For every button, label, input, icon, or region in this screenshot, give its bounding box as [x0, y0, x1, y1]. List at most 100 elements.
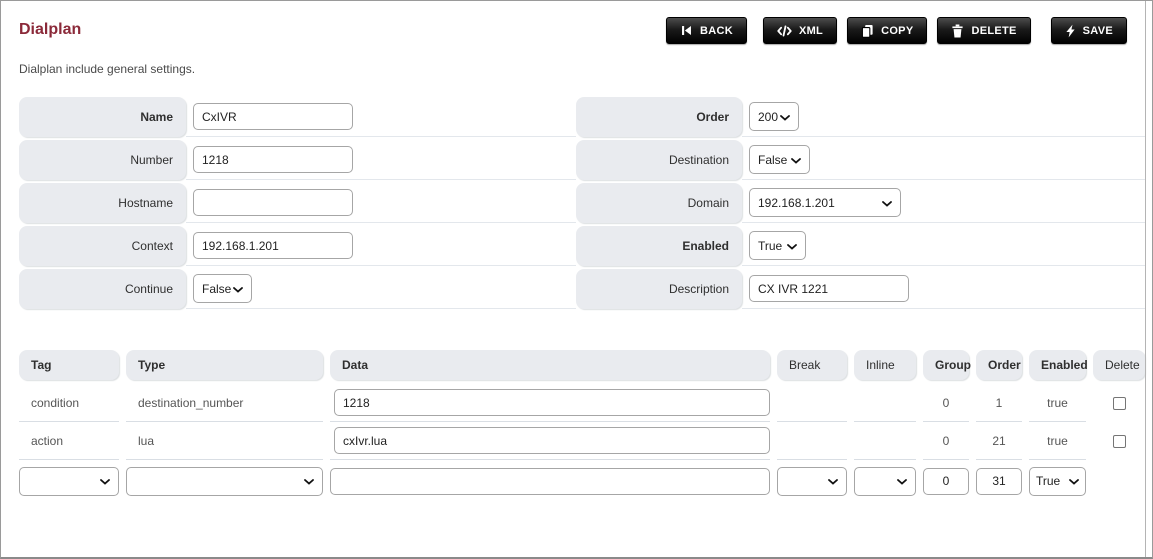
order-control-cell: 200 [742, 97, 1146, 137]
continue-label: Continue [19, 269, 186, 309]
xml-button[interactable]: XML [763, 17, 837, 44]
row2-data-input[interactable] [334, 427, 770, 454]
delete-button[interactable]: DELETE [937, 17, 1030, 44]
number-input[interactable] [193, 146, 353, 173]
new-inline-select[interactable] [854, 467, 916, 496]
right-divider [1145, 1, 1146, 557]
destination-select[interactable]: False [749, 145, 810, 174]
context-control-cell [186, 226, 576, 266]
row2-delete-cell [1093, 422, 1145, 460]
skip-back-icon [680, 24, 693, 37]
form-row-description: Description [576, 269, 1146, 309]
table-row: action lua 0 21 true [19, 422, 1146, 460]
page-subtitle: Dialplan include general settings. [19, 62, 1134, 76]
context-input[interactable] [193, 232, 353, 259]
new-group-input[interactable] [923, 468, 969, 495]
form-row-enabled: Enabled True [576, 226, 1146, 266]
order-label: Order [576, 97, 742, 137]
group-column-header: Group [923, 350, 969, 380]
order-column-header: Order [976, 350, 1022, 380]
code-icon [777, 25, 792, 37]
domain-control-cell: 192.168.1.201 [742, 183, 1146, 223]
save-button[interactable]: SAVE [1051, 17, 1127, 44]
new-data-input[interactable] [330, 468, 770, 495]
new-inline-cell [854, 461, 916, 501]
tag-column-header: Tag [19, 350, 119, 380]
description-label: Description [576, 269, 742, 309]
enabled-select-value: True [758, 239, 782, 253]
enabled-label: Enabled [576, 226, 742, 266]
order-select-value: 200 [758, 110, 778, 124]
domain-label: Domain [576, 183, 742, 223]
new-order-input[interactable] [976, 468, 1022, 495]
xml-button-label: XML [799, 25, 823, 37]
trash-icon [951, 24, 964, 38]
enabled-select[interactable]: True [749, 231, 806, 260]
new-break-select[interactable] [777, 467, 847, 496]
new-delete-cell [1093, 461, 1145, 501]
copy-button-label: COPY [881, 25, 913, 37]
chevron-down-icon [304, 474, 314, 488]
data-column-header: Data [330, 350, 770, 380]
destination-label: Destination [576, 140, 742, 180]
row1-data-input[interactable] [334, 389, 770, 416]
row1-break-cell [777, 384, 847, 422]
row2-group-cell: 0 [923, 422, 969, 460]
row2-delete-checkbox[interactable] [1113, 435, 1126, 448]
domain-select[interactable]: 192.168.1.201 [749, 188, 901, 217]
row1-delete-checkbox[interactable] [1113, 397, 1126, 410]
new-enabled-select[interactable]: True [1029, 467, 1086, 496]
number-control-cell [186, 140, 576, 180]
row2-inline-cell [854, 422, 916, 460]
back-button[interactable]: BACK [666, 17, 747, 44]
row1-enabled-cell: true [1029, 384, 1086, 422]
new-tag-select[interactable] [19, 467, 119, 496]
continue-control-cell: False [186, 269, 576, 309]
row1-inline-cell [854, 384, 916, 422]
number-label: Number [19, 140, 186, 180]
description-input[interactable] [749, 275, 909, 302]
row1-order-cell: 1 [976, 384, 1022, 422]
form-row-continue: Continue False [19, 269, 576, 309]
save-button-label: SAVE [1083, 25, 1113, 37]
form-right-column: Order 200 Destination False [576, 97, 1146, 312]
hostname-input[interactable] [193, 189, 353, 216]
break-column-header: Break [777, 350, 847, 380]
chevron-down-icon [233, 282, 243, 296]
row2-enabled-cell: true [1029, 422, 1086, 460]
row2-tag-cell: action [19, 422, 119, 460]
name-label: Name [19, 97, 186, 137]
name-input[interactable] [193, 103, 353, 130]
table-header-row: Tag Type Data Break Inline Group Order E… [19, 350, 1146, 380]
new-enabled-cell: True [1029, 461, 1086, 501]
chevron-down-icon [100, 474, 110, 488]
row1-data-cell [330, 384, 770, 422]
copy-icon [861, 24, 874, 38]
order-select[interactable]: 200 [749, 102, 799, 131]
hostname-control-cell [186, 183, 576, 223]
chevron-down-icon [828, 474, 838, 488]
enabled-column-header: Enabled [1029, 350, 1086, 380]
enabled-control-cell: True [742, 226, 1146, 266]
new-data-cell [330, 461, 770, 501]
dialplan-details-table: Tag Type Data Break Inline Group Order E… [19, 350, 1146, 501]
description-control-cell [742, 269, 1146, 309]
copy-button[interactable]: COPY [847, 17, 927, 44]
continue-select[interactable]: False [193, 274, 252, 303]
inline-column-header: Inline [854, 350, 916, 380]
form-row-domain: Domain 192.168.1.201 [576, 183, 1146, 223]
new-tag-cell [19, 461, 119, 501]
toolbar: BACK XML COPY DELETE [666, 17, 1127, 44]
chevron-down-icon [882, 196, 892, 210]
back-button-label: BACK [700, 25, 733, 37]
new-entry-row: True [19, 461, 1146, 501]
form-row-destination: Destination False [576, 140, 1146, 180]
new-group-cell [923, 461, 969, 501]
lightning-icon [1065, 24, 1076, 38]
destination-select-value: False [758, 153, 787, 167]
hostname-label: Hostname [19, 183, 186, 223]
row2-type-cell: lua [126, 422, 323, 460]
new-type-select[interactable] [126, 467, 323, 496]
form-row-order: Order 200 [576, 97, 1146, 137]
general-settings-form: Name Number Hostname Context [19, 97, 1146, 312]
